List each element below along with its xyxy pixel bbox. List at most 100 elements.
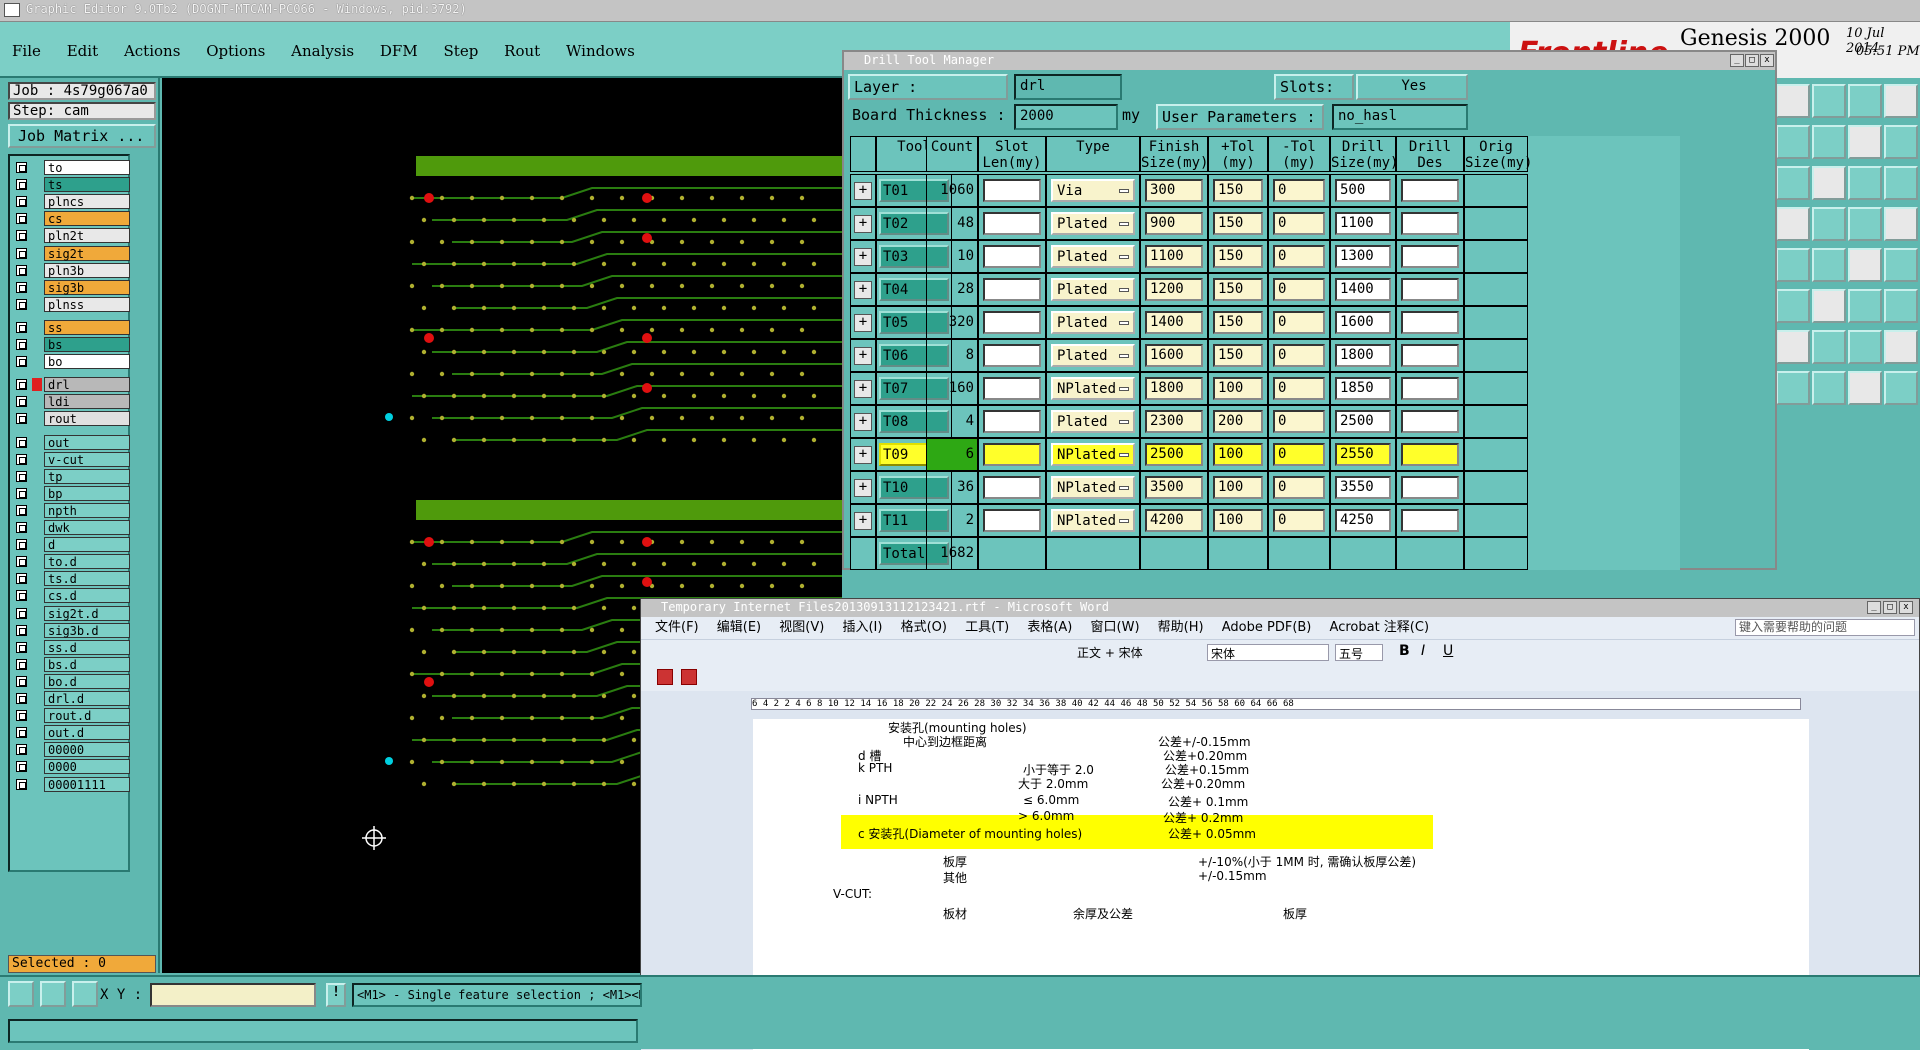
layer-row[interactable]: npth (12, 502, 130, 518)
value-field[interactable]: 2500 (1145, 443, 1203, 466)
layer-checkbox[interactable] (16, 230, 27, 242)
layer-name[interactable]: ts (44, 177, 130, 193)
value-field[interactable]: 0 (1273, 245, 1325, 268)
value-field[interactable]: 1800 (1145, 377, 1203, 400)
layer-checkbox[interactable] (16, 453, 27, 465)
value-field[interactable]: 1600 (1145, 344, 1203, 367)
pad-icon[interactable] (1848, 207, 1882, 241)
word-menu-table[interactable]: 表格(A) (1027, 620, 1072, 635)
measure-icon[interactable] (1884, 166, 1918, 200)
value-field[interactable]: 300 (1145, 179, 1203, 202)
value-field[interactable]: 0 (1273, 311, 1325, 334)
menu-actions[interactable]: Actions (124, 42, 180, 60)
layer-checkbox[interactable] (16, 607, 27, 619)
layer-name[interactable]: bo (44, 354, 130, 370)
italic-button[interactable]: I (1421, 643, 1425, 659)
value-field[interactable]: 500 (1335, 179, 1391, 202)
word-menu-file[interactable]: 文件(F) (655, 620, 699, 635)
layer-checkbox[interactable] (16, 590, 27, 602)
word-menu-help[interactable]: 帮助(H) (1158, 620, 1204, 635)
value-field[interactable]: 0 (1273, 179, 1325, 202)
help-search-input[interactable]: 键入需要帮助的问题 (1735, 619, 1915, 636)
text-field[interactable] (983, 344, 1041, 367)
font-size-dropdown[interactable]: 五号 (1335, 644, 1383, 661)
layer-row[interactable]: bo.d (12, 673, 130, 689)
value-field[interactable]: 0 (1273, 443, 1325, 466)
expand-row-button[interactable]: + (854, 281, 872, 299)
text-field[interactable] (1401, 443, 1459, 466)
pan-icon[interactable] (1884, 289, 1918, 323)
value-field[interactable]: 200 (1213, 410, 1263, 433)
layer-name[interactable]: sig2t.d (44, 605, 130, 621)
text-field[interactable] (1401, 476, 1459, 499)
text-field[interactable] (983, 377, 1041, 400)
layer-checkbox[interactable] (16, 675, 27, 687)
flip-icon[interactable] (1812, 371, 1846, 405)
home-icon[interactable] (1848, 330, 1882, 364)
copy-icon[interactable] (1812, 330, 1846, 364)
layer-row[interactable]: out (12, 434, 130, 450)
value-field[interactable]: 0 (1273, 212, 1325, 235)
layer-row[interactable]: rout (12, 411, 130, 427)
join-icon[interactable] (1848, 166, 1882, 200)
layer-name[interactable]: out (44, 434, 130, 450)
value-field[interactable]: 2550 (1335, 443, 1391, 466)
measure-tool-icon[interactable] (40, 981, 66, 1007)
arc-icon[interactable] (1776, 207, 1810, 241)
text-field[interactable] (1401, 344, 1459, 367)
layer-name[interactable]: plnss (44, 296, 130, 312)
grid-tool-icon[interactable] (72, 981, 98, 1007)
layer-row[interactable]: cs.d (12, 588, 130, 604)
layer-name[interactable]: ldi (44, 394, 130, 410)
type-dropdown[interactable]: NPlated (1051, 509, 1135, 532)
text-field[interactable] (983, 179, 1041, 202)
layer-field[interactable]: drl (1014, 74, 1122, 100)
layer-row[interactable]: sig2t.d (12, 605, 130, 621)
value-field[interactable]: 1600 (1335, 311, 1391, 334)
menu-edit[interactable]: Edit (67, 42, 98, 60)
layer-checkbox[interactable] (16, 573, 27, 585)
resize-icon[interactable] (1884, 330, 1918, 364)
menu-step[interactable]: Step (444, 42, 479, 60)
text-field[interactable] (1401, 278, 1459, 301)
home-icon[interactable] (1848, 84, 1882, 118)
text-field[interactable] (983, 245, 1041, 268)
value-field[interactable]: 1300 (1335, 245, 1391, 268)
word-menu-window[interactable]: 窗口(W) (1091, 620, 1140, 635)
layer-name[interactable]: 00001111 (44, 776, 130, 792)
layer-checkbox[interactable] (16, 693, 27, 704)
layer-row[interactable]: pln2t (12, 228, 130, 244)
layer-row[interactable]: bo (12, 354, 130, 370)
menu-options[interactable]: Options (206, 42, 265, 60)
layer-checkbox[interactable] (16, 761, 27, 773)
text-field[interactable] (983, 311, 1041, 334)
layer-row[interactable]: dwk (12, 520, 130, 535)
scale-icon[interactable] (1884, 125, 1918, 159)
board-thickness-field[interactable]: 2000 (1014, 104, 1118, 130)
expand-row-button[interactable]: + (854, 314, 872, 332)
word-minimize-icon[interactable]: _ (1867, 601, 1881, 614)
layer-name[interactable]: cs.d (44, 588, 130, 604)
close-icon[interactable]: x (1760, 54, 1774, 67)
layer-name[interactable]: ts.d (44, 571, 130, 587)
font-dropdown[interactable]: 宋体 (1207, 644, 1329, 661)
value-field[interactable]: 1400 (1145, 311, 1203, 334)
mirror-icon[interactable] (1848, 371, 1882, 405)
value-field[interactable]: 100 (1213, 443, 1263, 466)
move-icon[interactable] (1776, 330, 1810, 364)
layer-checkbox[interactable] (16, 213, 27, 225)
layer-name[interactable]: 0000 (44, 759, 130, 775)
word-menu-acrobat[interactable]: Acrobat 注释(C) (1330, 620, 1430, 635)
type-dropdown[interactable]: NPlated (1051, 443, 1135, 466)
layer-row[interactable]: ts.d (12, 571, 130, 587)
text-field[interactable] (983, 410, 1041, 433)
pointer-icon[interactable] (1776, 289, 1810, 323)
menu-analysis[interactable]: Analysis (291, 42, 354, 60)
value-field[interactable]: 150 (1213, 311, 1263, 334)
layer-name[interactable]: 00000 (44, 742, 130, 758)
layer-row[interactable]: 00000 (12, 742, 130, 758)
layer-checkbox[interactable] (16, 487, 27, 499)
text-field[interactable] (1401, 245, 1459, 268)
text-field[interactable] (1401, 179, 1459, 202)
move-icon[interactable] (1776, 84, 1810, 118)
